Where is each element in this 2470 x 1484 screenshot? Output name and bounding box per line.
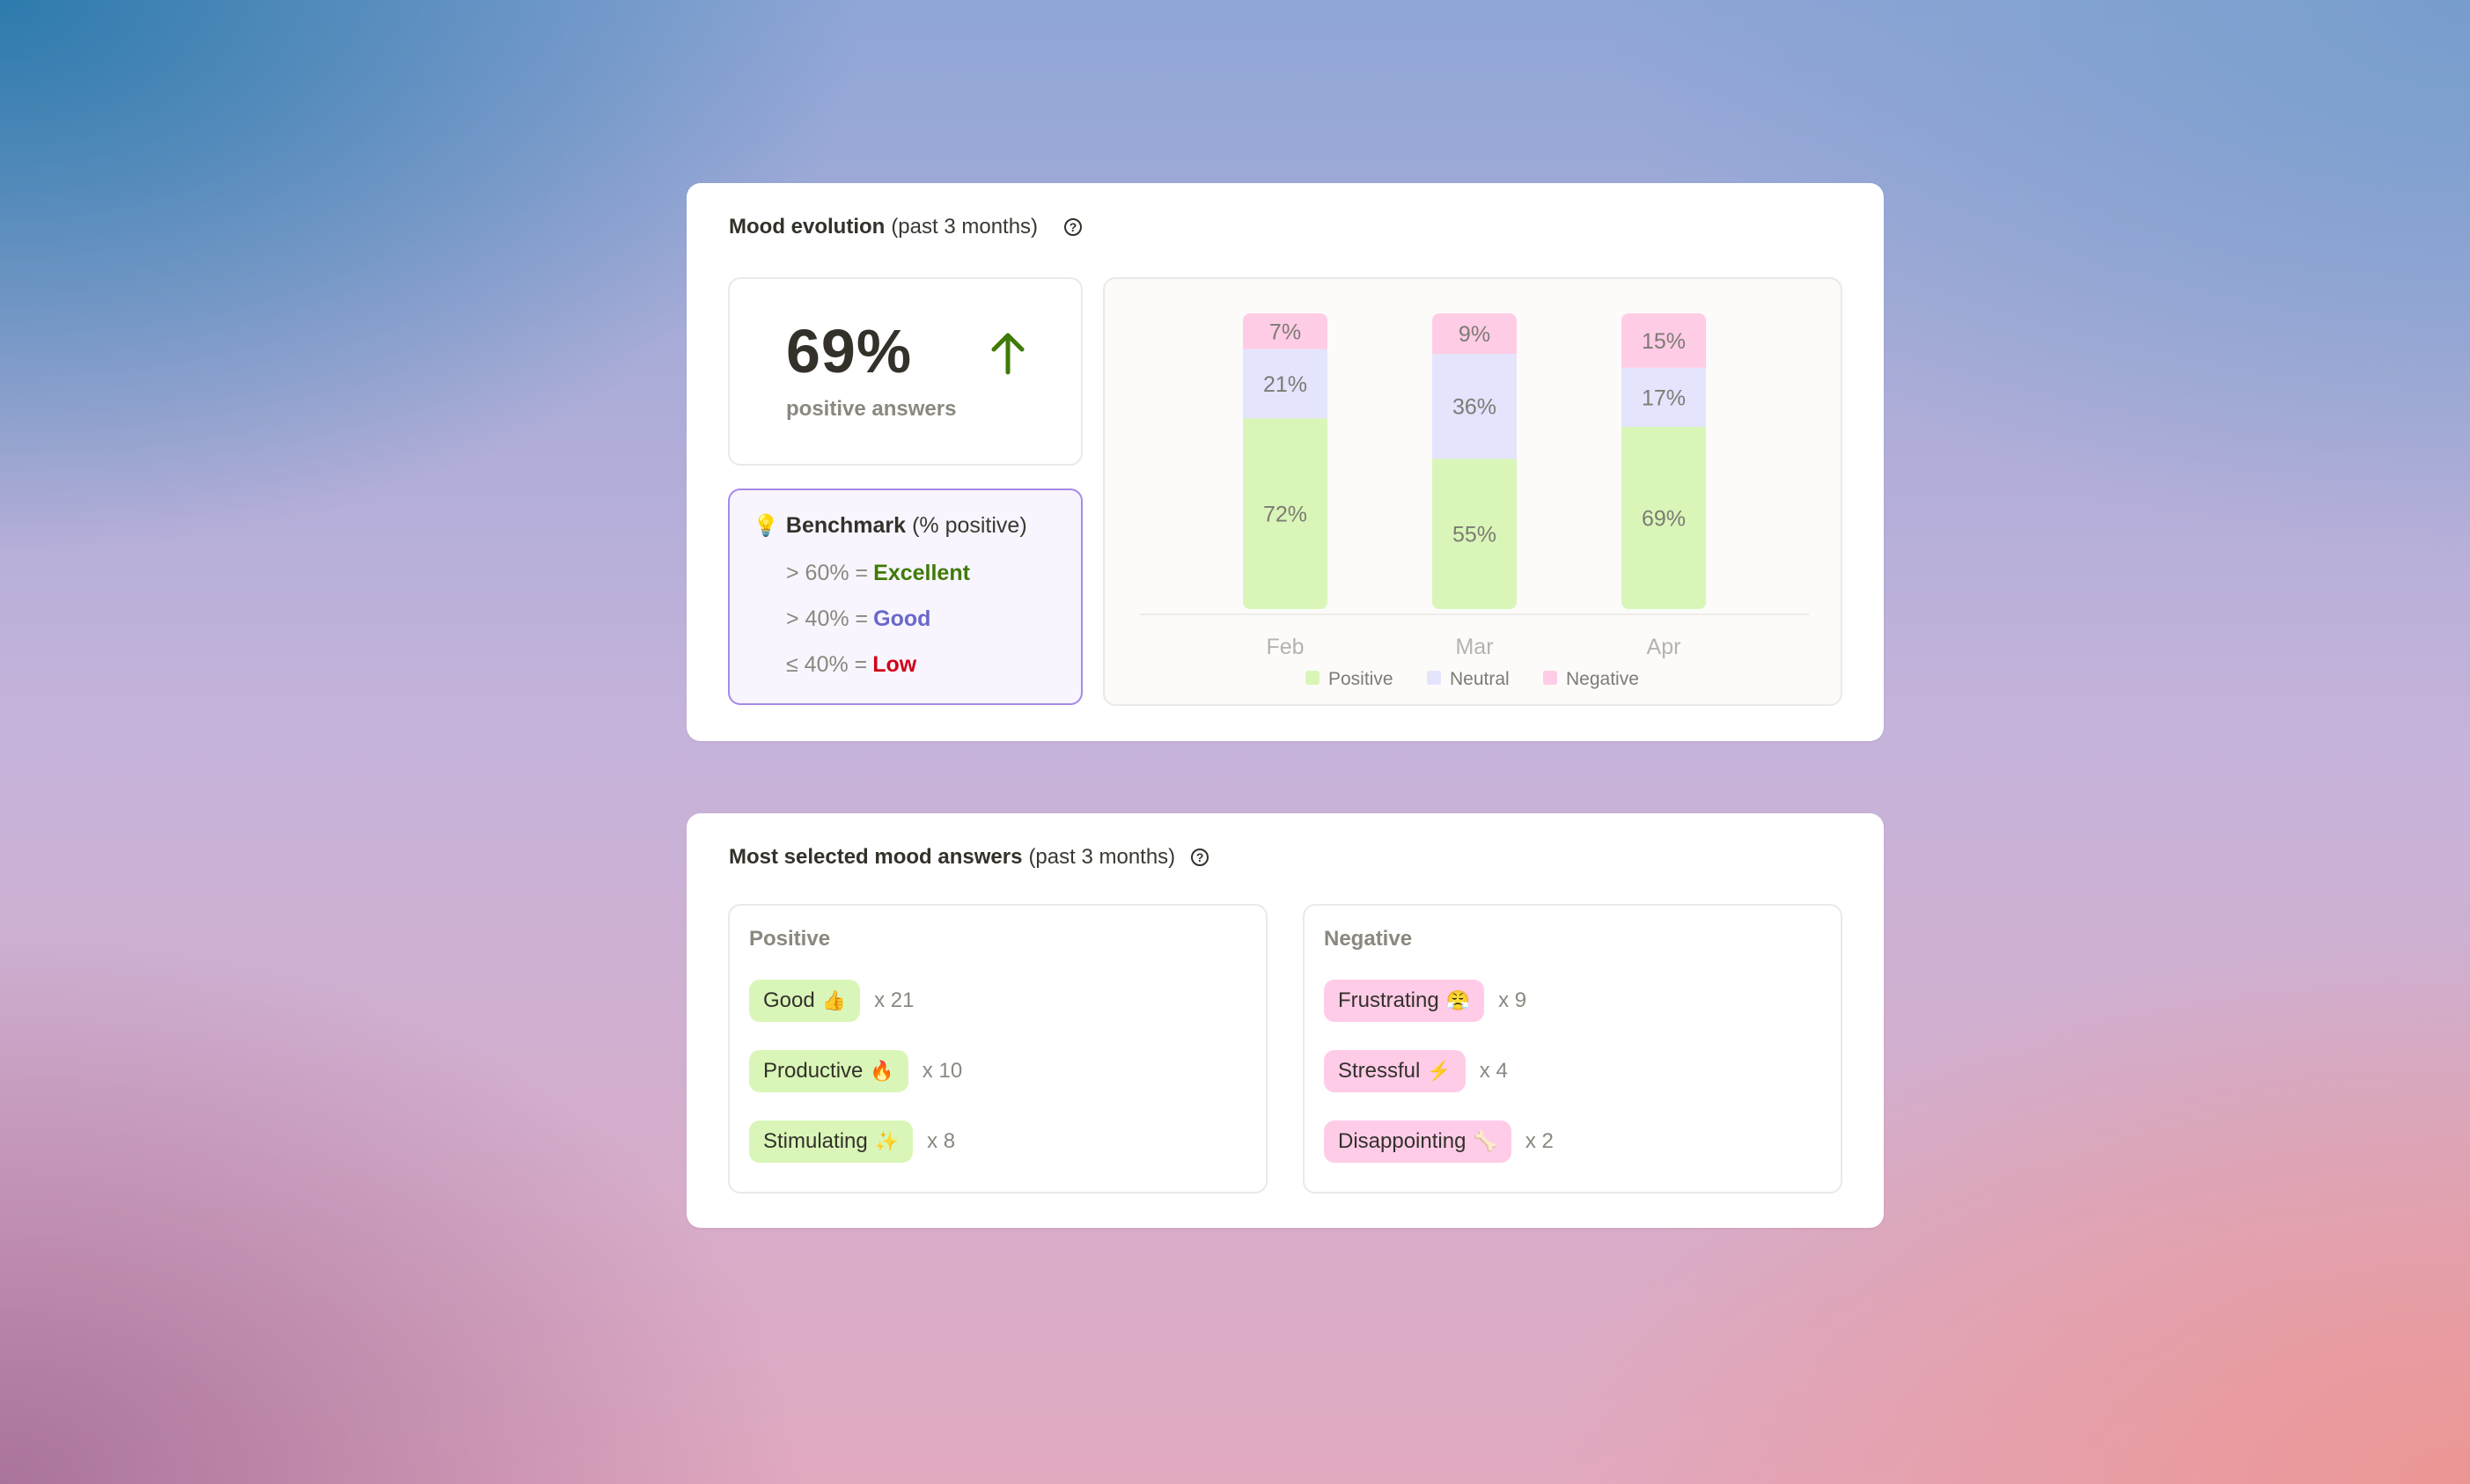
bar-segment-label: 69% — [1642, 507, 1686, 532]
legend-swatch-negative — [1543, 671, 1557, 685]
lightbulb-icon: 💡 — [753, 514, 779, 538]
mood-label: Stressful — [1338, 1059, 1421, 1083]
mood-count: x 2 — [1525, 1129, 1554, 1153]
mood-count: x 9 — [1498, 988, 1527, 1012]
mood-stacked-bar-chart: 72% 21% 7% Feb 55% 36% 9% Mar 69% 17% 15% Apr Positi… — [1140, 313, 1809, 689]
positive-answers-label: positive answers — [786, 397, 957, 421]
mood-count: x 10 — [922, 1059, 963, 1083]
mood-answers-title: Most selected mood answers (past 3 month… — [729, 845, 1209, 870]
sparkles-icon: ✨ — [874, 1130, 900, 1152]
legend-label-neutral: Neutral — [1450, 669, 1510, 689]
legend-swatch-neutral — [1427, 671, 1441, 685]
arrow-up-icon — [991, 333, 1025, 375]
benchmark-row-good: > 40% = Good — [786, 606, 930, 632]
mood-label: Disappointing — [1338, 1129, 1467, 1153]
benchmark-row-low: ≤ 40% = Low — [786, 652, 916, 678]
bone-icon: 🦴 — [1473, 1130, 1497, 1152]
title-bold: Mood evolution — [729, 215, 886, 239]
mood-label: Frustrating — [1338, 988, 1439, 1012]
title-sub: (past 3 months) — [891, 215, 1039, 239]
mood-count: x 21 — [874, 988, 915, 1012]
bar-segment-label: 72% — [1263, 503, 1307, 527]
benchmark-row-excellent: > 60% = Excellent — [786, 561, 970, 586]
mood-label: Stimulating — [763, 1129, 868, 1153]
benchmark-rule: ≤ 40% = — [786, 652, 868, 677]
positive-moods-panel: Positive Good 👍 x 21 Productive 🔥 x 10 Sti… — [728, 904, 1268, 1194]
mood-item: Disappointing 🦴 x 2 — [1324, 1120, 1554, 1163]
fire-icon: 🔥 — [870, 1060, 894, 1082]
mood-item: Good 👍 x 21 — [749, 980, 915, 1022]
bar-segment-label: 15% — [1642, 329, 1686, 354]
bar-segment-label: 55% — [1452, 523, 1496, 547]
mood-item: Productive 🔥 x 10 — [749, 1050, 962, 1092]
mood-label: Productive — [763, 1059, 864, 1083]
benchmark-level: Excellent — [873, 561, 970, 585]
title-sub: (past 3 months) — [1028, 845, 1176, 869]
legend-label-positive: Positive — [1328, 669, 1393, 689]
help-icon[interactable]: ? — [1191, 849, 1209, 866]
benchmark-title: 💡 Benchmark (% positive) — [753, 513, 1027, 539]
mood-chart-panel: 72% 21% 7% Feb 55% 36% 9% Mar 69% 17% 15% Apr Positi… — [1103, 277, 1842, 706]
benchmark-rule: > 40% = — [786, 606, 869, 631]
mood-chip-disappointing[interactable]: Disappointing 🦴 — [1324, 1120, 1511, 1163]
mood-item: Stimulating ✨ x 8 — [749, 1120, 955, 1163]
positive-panel-title: Positive — [749, 927, 831, 951]
mood-count: x 4 — [1479, 1059, 1508, 1083]
help-icon[interactable]: ? — [1064, 218, 1083, 236]
mood-chip-frustrating[interactable]: Frustrating 😤 — [1324, 980, 1485, 1022]
mood-label: Good — [763, 988, 815, 1012]
legend-label-negative: Negative — [1566, 669, 1639, 689]
mood-evolution-title: Mood evolution (past 3 months) ? — [729, 215, 1083, 239]
mood-answers-card: Most selected mood answers (past 3 month… — [687, 813, 1884, 1228]
bar-segment-label: 7% — [1269, 320, 1301, 344]
title-bold: Most selected mood answers — [729, 845, 1023, 869]
benchmark-rule: > 60% = — [786, 561, 869, 585]
mood-chip-good[interactable]: Good 👍 — [749, 980, 861, 1022]
mood-item: Frustrating 😤 x 9 — [1324, 980, 1526, 1022]
x-tick-label: Feb — [1266, 635, 1304, 659]
benchmark-level: Low — [872, 652, 917, 677]
legend-swatch-positive — [1305, 671, 1320, 685]
x-tick-label: Mar — [1455, 635, 1493, 659]
benchmark-level: Good — [873, 606, 931, 631]
bar-segment-label: 36% — [1452, 395, 1496, 420]
lightning-icon: ⚡ — [1427, 1060, 1452, 1082]
mood-chip-productive[interactable]: Productive 🔥 — [749, 1050, 908, 1092]
mood-chip-stimulating[interactable]: Stimulating ✨ — [749, 1120, 914, 1163]
negative-moods-panel: Negative Frustrating 😤 x 9 Stressful ⚡ x 4… — [1303, 904, 1842, 1194]
mood-chip-stressful[interactable]: Stressful ⚡ — [1324, 1050, 1466, 1092]
negative-panel-title: Negative — [1324, 927, 1413, 951]
steaming-face-icon: 😤 — [1445, 989, 1471, 1011]
mood-evolution-card: Mood evolution (past 3 months) ? 69% pos… — [687, 183, 1884, 741]
bar-segment-label: 21% — [1263, 372, 1307, 397]
benchmark-box: 💡 Benchmark (% positive) > 60% = Excellen… — [728, 489, 1083, 705]
benchmark-title-bold: Benchmark — [785, 513, 907, 538]
positive-percentage: 69% — [786, 317, 913, 386]
mood-item: Stressful ⚡ x 4 — [1324, 1050, 1508, 1092]
bar-segment-label: 17% — [1642, 386, 1686, 410]
bar-segment-label: 9% — [1459, 322, 1490, 347]
thumbs-up-icon: 👍 — [821, 989, 847, 1011]
positive-stat-box: 69% positive answers — [728, 277, 1083, 466]
x-tick-label: Apr — [1647, 635, 1681, 659]
benchmark-title-sub: (% positive) — [912, 513, 1027, 538]
mood-count: x 8 — [927, 1129, 956, 1153]
